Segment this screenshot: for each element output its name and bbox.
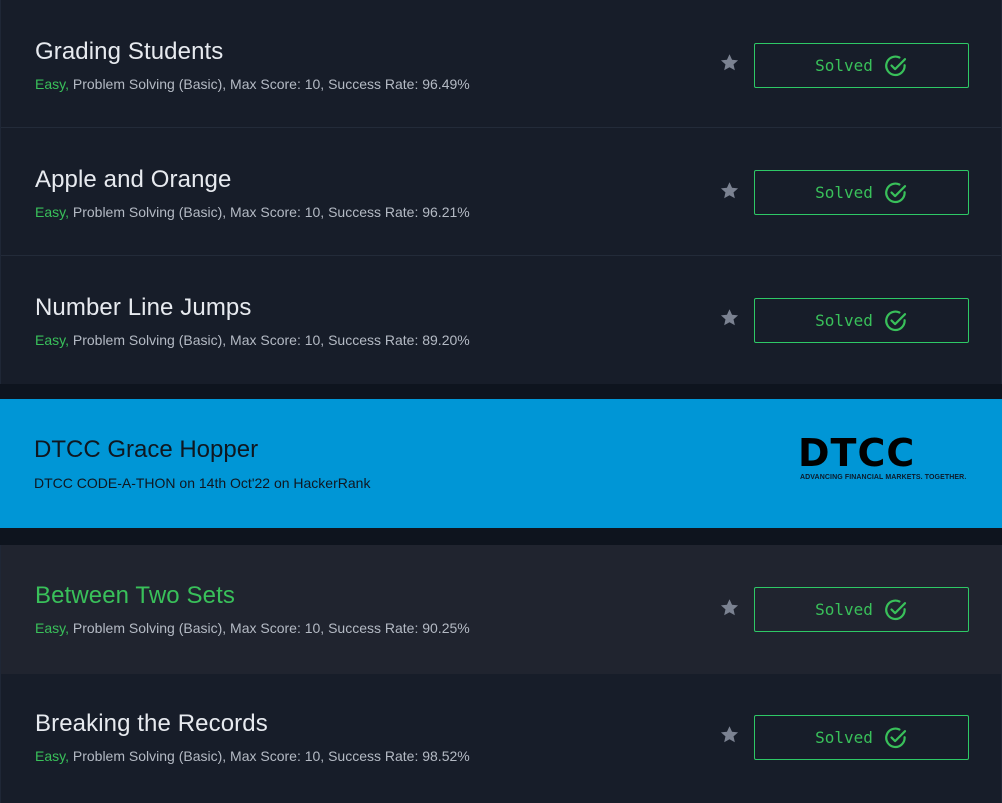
star-icon[interactable] [719,180,740,201]
solved-label: Solved [815,56,873,75]
challenge-title[interactable]: Breaking the Records [35,710,268,738]
challenge-meta: Easy, Problem Solving (Basic), Max Score… [35,620,470,636]
challenge-meta: Easy, Problem Solving (Basic), Max Score… [35,204,470,220]
challenge-details: Problem Solving (Basic), Max Score: 10, … [68,748,470,764]
solved-label: Solved [815,183,873,202]
challenge-card[interactable]: Grading Students Easy, Problem Solving (… [0,0,1002,128]
check-circle-icon [885,727,906,748]
star-icon[interactable] [719,52,740,73]
solved-label: Solved [815,311,873,330]
dtcc-logo: DTCC ADVANCING FINANCIAL MARKETS. TOGETH… [798,431,966,485]
difficulty-label: Easy, [35,204,69,220]
challenge-details: Problem Solving (Basic), Max Score: 10, … [68,620,470,636]
solved-label: Solved [815,600,873,619]
challenge-meta: Easy, Problem Solving (Basic), Max Score… [35,76,470,92]
logo-tagline: ADVANCING FINANCIAL MARKETS. TOGETHER. [800,474,967,481]
challenge-card[interactable]: Apple and Orange Easy, Problem Solving (… [0,128,1002,256]
solved-button[interactable]: Solved [754,298,969,343]
star-icon[interactable] [719,597,740,618]
challenge-details: Problem Solving (Basic), Max Score: 10, … [68,204,470,220]
challenge-list: Grading Students Easy, Problem Solving (… [0,0,1002,803]
challenge-title[interactable]: Number Line Jumps [35,294,251,322]
solved-button[interactable]: Solved [754,43,969,88]
challenge-title[interactable]: Apple and Orange [35,166,231,194]
check-circle-icon [885,599,906,620]
challenge-meta: Easy, Problem Solving (Basic), Max Score… [35,332,470,348]
difficulty-label: Easy, [35,332,69,348]
challenge-details: Problem Solving (Basic), Max Score: 10, … [68,76,470,92]
solved-button[interactable]: Solved [754,587,969,632]
banner-title[interactable]: DTCC Grace Hopper [34,436,258,464]
banner-subtitle: DTCC CODE-A-THON on 14th Oct'22 on Hacke… [34,475,371,491]
star-icon[interactable] [719,307,740,328]
solved-button[interactable]: Solved [754,170,969,215]
check-circle-icon [885,55,906,76]
sponsored-banner[interactable]: DTCC Grace Hopper DTCC CODE-A-THON on 14… [0,399,1002,528]
solved-button[interactable]: Solved [754,715,969,760]
difficulty-label: Easy, [35,620,69,636]
challenge-details: Problem Solving (Basic), Max Score: 10, … [68,332,470,348]
challenge-card[interactable]: Number Line Jumps Easy, Problem Solving … [0,256,1002,384]
check-circle-icon [885,182,906,203]
challenge-title[interactable]: Grading Students [35,38,223,66]
difficulty-label: Easy, [35,76,69,92]
challenge-title[interactable]: Between Two Sets [35,582,235,610]
logo-wordmark: DTCC [798,431,916,475]
challenge-card[interactable]: Between Two Sets Easy, Problem Solving (… [0,545,1002,674]
challenge-card[interactable]: Breaking the Records Easy, Problem Solvi… [0,674,1002,803]
star-icon[interactable] [719,724,740,745]
challenge-meta: Easy, Problem Solving (Basic), Max Score… [35,748,470,764]
solved-label: Solved [815,728,873,747]
difficulty-label: Easy, [35,748,69,764]
check-circle-icon [885,310,906,331]
